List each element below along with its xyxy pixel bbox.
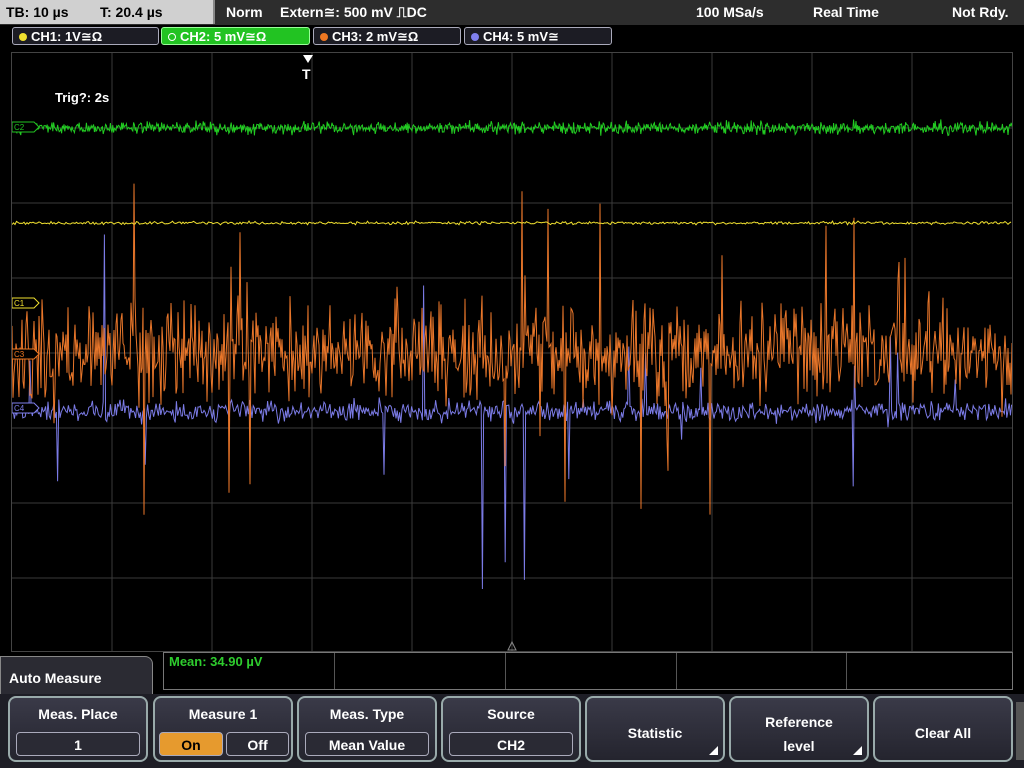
reference-title-line1: Reference xyxy=(765,714,833,730)
channel-tabs: CH1: 1V≅Ω CH2: 5 mV≅Ω CH3: 2 mV≅Ω CH4: 5… xyxy=(0,25,1024,49)
trigger-mode[interactable]: Norm xyxy=(226,0,263,24)
timebase-box[interactable]: TB: 10 µs T: 20.4 µs xyxy=(0,0,215,24)
meas-cell-2 xyxy=(334,653,506,689)
meas-place-title: Meas. Place xyxy=(38,706,118,722)
trigger-source[interactable]: Extern≅: 500 mV ⎍DC xyxy=(280,0,427,24)
ch3-offset-marker[interactable]: C3 xyxy=(12,348,40,360)
menu-title-tab: Auto Measure xyxy=(0,656,153,696)
meas-type-title: Meas. Type xyxy=(329,706,405,722)
meas-cell-3 xyxy=(505,653,677,689)
ch2-color-icon xyxy=(168,32,176,41)
ch4-marker-text: C4 xyxy=(14,404,25,413)
measurement-panel: Mean: 34.90 µV xyxy=(163,652,1013,690)
sample-rate: 100 MSa/s xyxy=(696,4,764,20)
ch3-marker-text: C3 xyxy=(14,350,25,359)
ch3-label: CH3: 2 mV≅Ω xyxy=(332,29,419,44)
trigger-status: Not Rdy. xyxy=(952,4,1009,20)
measure1-title: Measure 1 xyxy=(188,706,258,722)
menu-title: Auto Measure xyxy=(9,670,102,686)
source-value[interactable]: CH2 xyxy=(449,732,573,756)
meas-place-value[interactable]: 1 xyxy=(16,732,140,756)
meas-place-softkey[interactable]: Meas. Place 1 xyxy=(8,696,148,762)
menu-scroll-indicator[interactable] xyxy=(1016,702,1024,760)
ch2-label: CH2: 5 mV≅Ω xyxy=(180,29,267,44)
channel-tab-ch4[interactable]: CH4: 5 mV≅ xyxy=(464,27,612,45)
acquisition-mode: Real Time xyxy=(813,4,879,20)
trigger-wait-label: Trig?: 2s xyxy=(55,90,110,105)
trigger-marker-text: T xyxy=(302,66,311,82)
ch1-marker-text: C1 xyxy=(14,299,25,308)
waveform-canvas: C2 C1 C3 C4 T xyxy=(12,53,1012,651)
measure1-softkey[interactable]: Measure 1 On Off xyxy=(153,696,293,762)
trigger-position-marker[interactable]: T xyxy=(302,55,313,82)
ch4-offset-marker[interactable]: C4 xyxy=(12,402,40,414)
reference-level-softkey[interactable]: Reference level xyxy=(729,696,869,762)
meas-type-softkey[interactable]: Meas. Type Mean Value xyxy=(297,696,437,762)
source-softkey[interactable]: Source CH2 xyxy=(441,696,581,762)
ch4-label: CH4: 5 mV≅ xyxy=(483,29,559,44)
waveform-display[interactable]: C2 C1 C3 C4 T Trig?: 2s xyxy=(11,52,1013,652)
measure1-on-button[interactable]: On xyxy=(159,732,223,756)
ch2-marker-text: C2 xyxy=(14,123,25,132)
statistic-title: Statistic xyxy=(627,725,683,741)
clear-all-title: Clear All xyxy=(914,725,972,741)
trigger-time-value: T: 20.4 µs xyxy=(100,4,163,20)
ch1-color-icon xyxy=(19,32,27,41)
ch1-label: CH1: 1V≅Ω xyxy=(31,29,103,44)
ch4-color-icon xyxy=(471,32,479,41)
ch3-color-icon xyxy=(320,32,328,41)
timebase-value: TB: 10 µs xyxy=(6,4,69,20)
softkey-bar: Meas. Place 1 Measure 1 On Off Meas. Typ… xyxy=(0,694,1024,768)
channel-tab-ch3[interactable]: CH3: 2 mV≅Ω xyxy=(313,27,461,45)
ch2-offset-marker[interactable]: C2 xyxy=(12,121,40,133)
measure1-off-button[interactable]: Off xyxy=(226,732,289,756)
clear-all-softkey[interactable]: Clear All xyxy=(873,696,1013,762)
ch1-offset-marker[interactable]: C1 xyxy=(12,297,40,309)
status-bar: TB: 10 µs T: 20.4 µs Norm Extern≅: 500 m… xyxy=(0,0,1024,25)
statistic-softkey[interactable]: Statistic xyxy=(585,696,725,762)
submenu-corner-icon xyxy=(709,746,718,755)
source-title: Source xyxy=(487,706,535,722)
channel-tab-ch1[interactable]: CH1: 1V≅Ω xyxy=(12,27,159,45)
channel-tab-ch2[interactable]: CH2: 5 mV≅Ω xyxy=(161,27,310,45)
meas-cell-1 xyxy=(164,653,335,689)
submenu-corner-icon xyxy=(853,746,862,755)
reference-title-line2: level xyxy=(783,738,815,754)
meas-type-value[interactable]: Mean Value xyxy=(305,732,429,756)
meas-cell-4 xyxy=(676,653,847,689)
